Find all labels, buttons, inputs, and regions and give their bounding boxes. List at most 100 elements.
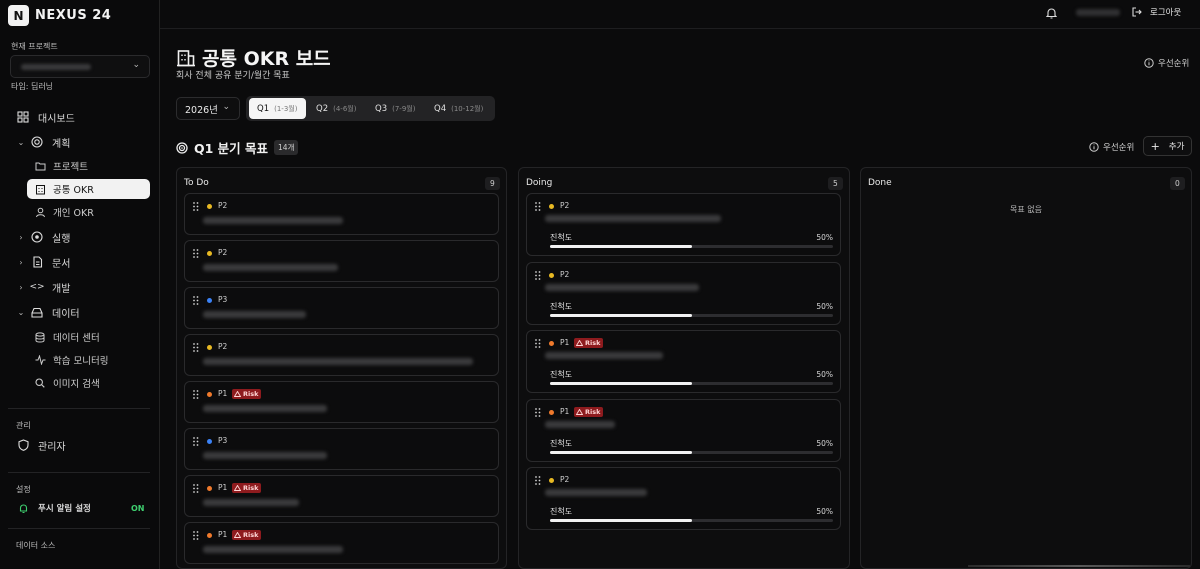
nav-data[interactable]: ⌄ 데이터 bbox=[10, 302, 150, 322]
priority-label: P1 bbox=[218, 389, 228, 398]
priority-dot bbox=[207, 345, 212, 350]
nav-dev[interactable]: › <> 개발 bbox=[10, 277, 150, 297]
tab-q1[interactable]: Q1 (1-3월) bbox=[249, 98, 306, 119]
risk-label: Risk bbox=[243, 484, 259, 492]
add-goal-label: 추가 bbox=[1168, 142, 1185, 152]
tab-q1-range: (1-3월) bbox=[274, 104, 298, 113]
year-select[interactable]: 2026년 ⌄ bbox=[176, 97, 240, 120]
sidebar-divider bbox=[8, 408, 150, 409]
warning-icon bbox=[576, 340, 583, 346]
nav-common-okr[interactable]: 공통 OKR bbox=[27, 179, 150, 199]
priority-label: P2 bbox=[218, 342, 228, 351]
nav-docs[interactable]: › 문서 bbox=[10, 252, 150, 272]
nav-execute[interactable]: › 실행 bbox=[10, 227, 150, 247]
push-notification-toggle[interactable]: 푸시 알림 설정 bbox=[10, 498, 150, 518]
priority-label: P3 bbox=[218, 436, 228, 445]
okr-card[interactable]: P1 Risk bbox=[184, 475, 499, 517]
nav-dashboard[interactable]: 대시보드 bbox=[10, 107, 150, 127]
nav-image-search[interactable]: 이미지 검색 bbox=[27, 373, 150, 393]
chevron-down-icon: ⌄ bbox=[17, 307, 25, 317]
okr-card[interactable]: P3 bbox=[184, 428, 499, 470]
tab-q4[interactable]: Q4 (10-12월) bbox=[426, 98, 493, 119]
progress-label: 진척도 bbox=[550, 301, 573, 311]
nav-dev-label: 개발 bbox=[52, 283, 71, 295]
tab-q3[interactable]: Q3 (7-9월) bbox=[367, 98, 425, 119]
card-title-redacted bbox=[203, 217, 343, 224]
goal-count-badge: 14개 bbox=[274, 140, 299, 155]
okr-card[interactable]: P2 bbox=[184, 240, 499, 282]
section-title: Q1 분기 목표 14개 bbox=[176, 138, 299, 157]
drag-handle-icon[interactable] bbox=[193, 202, 199, 211]
nav-personal-okr[interactable]: 개인 OKR bbox=[27, 202, 150, 222]
drag-handle-icon[interactable] bbox=[535, 476, 541, 485]
drag-handle-icon[interactable] bbox=[193, 249, 199, 258]
user-name-redacted[interactable] bbox=[1076, 9, 1120, 16]
column-title: Doing bbox=[526, 178, 553, 188]
card-title-redacted bbox=[203, 405, 327, 412]
card-title-redacted bbox=[545, 489, 647, 496]
priority-info-button[interactable]: 우선순위 bbox=[1144, 57, 1189, 69]
okr-card[interactable]: P2 진척도 50% bbox=[526, 261, 841, 325]
risk-label: Risk bbox=[585, 339, 601, 347]
drag-handle-icon[interactable] bbox=[535, 270, 541, 280]
drag-handle-icon[interactable] bbox=[535, 202, 541, 211]
progress-bar-fill bbox=[550, 450, 692, 454]
tab-q2[interactable]: Q2 (4-6월) bbox=[308, 98, 366, 119]
drag-handle-icon[interactable] bbox=[535, 407, 541, 417]
add-goal-button[interactable]: + 추가 bbox=[1143, 136, 1192, 156]
nav-common-okr-label: 공통 OKR bbox=[53, 185, 94, 196]
year-value: 2026년 bbox=[185, 104, 218, 116]
nav-projects[interactable]: 프로젝트 bbox=[27, 156, 150, 176]
drag-handle-icon[interactable] bbox=[193, 531, 199, 540]
play-circle-icon bbox=[30, 230, 44, 244]
project-select[interactable]: ⌄ bbox=[10, 55, 150, 78]
drag-handle-icon[interactable] bbox=[193, 343, 199, 352]
progress-label: 진척도 bbox=[550, 233, 573, 242]
drag-handle-icon[interactable] bbox=[193, 437, 199, 446]
drag-handle-icon[interactable] bbox=[193, 484, 199, 493]
okr-card[interactable]: P2 진척도 50% bbox=[526, 193, 841, 256]
warning-icon bbox=[234, 532, 241, 538]
warning-icon bbox=[576, 408, 583, 415]
logout-icon bbox=[1132, 7, 1142, 17]
okr-card[interactable]: P2 진척도 50% bbox=[526, 467, 841, 530]
nav-dashboard-label: 대시보드 bbox=[38, 113, 75, 125]
grid-icon bbox=[16, 110, 30, 124]
card-title-redacted bbox=[203, 546, 343, 553]
okr-card[interactable]: P1 Risk 진척도 50% bbox=[526, 330, 841, 393]
card-title-redacted bbox=[545, 215, 721, 222]
drag-handle-icon[interactable] bbox=[535, 339, 541, 348]
bell-icon[interactable] bbox=[1046, 7, 1057, 19]
tab-q3-range: (7-9월) bbox=[392, 104, 416, 113]
chevron-down-icon: ⌄ bbox=[17, 137, 25, 147]
okr-card[interactable]: P1 Risk bbox=[184, 522, 499, 564]
nav-data-label: 데이터 bbox=[52, 308, 80, 320]
okr-card[interactable]: P2 bbox=[184, 334, 499, 376]
priority-label: P3 bbox=[218, 295, 228, 304]
column-done: Done 0 목표 없음 bbox=[860, 167, 1192, 569]
progress-percent: 50% bbox=[816, 233, 833, 242]
progress-label: 진척도 bbox=[550, 507, 573, 516]
okr-card[interactable]: P1 Risk 진척도 50% bbox=[526, 398, 841, 462]
okr-card[interactable]: P3 bbox=[184, 287, 499, 329]
nav-training-monitor[interactable]: 학습 모니터링 bbox=[27, 350, 150, 370]
priority-label: P1 bbox=[560, 406, 570, 416]
app-root: N NEXUS 24 현재 프로젝트 ⌄ 타입: 딥러닝 대시보드 ⌄ 계획 프… bbox=[0, 0, 1200, 569]
logout-button[interactable]: 로그아웃 bbox=[1132, 6, 1181, 18]
nav-plan[interactable]: ⌄ 계획 bbox=[10, 132, 150, 152]
drag-handle-icon[interactable] bbox=[193, 296, 199, 305]
okr-card[interactable]: P2 bbox=[184, 193, 499, 235]
okr-card[interactable]: P1 Risk bbox=[184, 381, 499, 423]
section-priority-button[interactable]: 우선순위 bbox=[1089, 141, 1134, 153]
risk-badge: Risk bbox=[574, 338, 604, 348]
drive-icon bbox=[30, 305, 44, 319]
nav-admin[interactable]: 관리자 bbox=[10, 435, 150, 455]
nav-data-center[interactable]: 데이터 센터 bbox=[27, 327, 150, 347]
info-icon bbox=[1089, 142, 1099, 152]
brand-logo[interactable]: N NEXUS 24 bbox=[8, 5, 111, 26]
priority-label: P2 bbox=[560, 475, 570, 484]
drag-handle-icon[interactable] bbox=[193, 390, 199, 399]
priority-label: P1 bbox=[218, 530, 228, 539]
plus-icon: + bbox=[1150, 139, 1160, 153]
horizontal-scrollbar[interactable] bbox=[968, 565, 1190, 567]
